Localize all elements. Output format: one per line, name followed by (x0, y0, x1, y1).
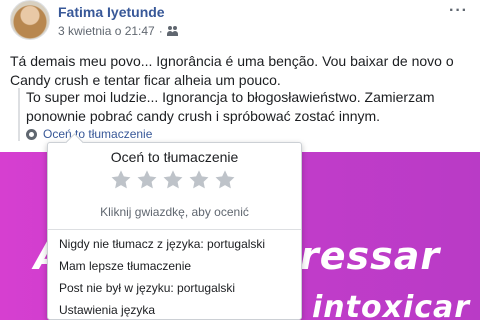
post-date[interactable]: 3 kwietnia o 21:47 (58, 24, 155, 38)
menu-item-wrong-language[interactable]: Post nie był w języku: portugalski (48, 277, 301, 299)
post-text: Tá demais meu povo... Ignorância é uma b… (10, 53, 454, 88)
author-name[interactable]: Fatima Iyetunde (58, 4, 165, 20)
banner-text-line2: intoxicar (312, 290, 471, 320)
star-icon[interactable] (136, 169, 158, 191)
translation-block: To super moi ludzie... Ignorancja to bło… (18, 88, 473, 141)
star-icon[interactable] (214, 169, 236, 191)
rate-hint: Kliknij gwiazdkę, aby ocenić (100, 205, 249, 219)
star-icon[interactable] (110, 169, 132, 191)
avatar[interactable] (10, 0, 50, 40)
menu-item-language-settings[interactable]: Ustawienia języka (48, 299, 301, 320)
post-meta: 3 kwietnia o 21:47 · (58, 24, 179, 38)
rate-translation-label: Oceń to tłumaczenie (43, 127, 153, 141)
more-options-button[interactable]: ··· (449, 2, 468, 20)
post-meta-separator: · (158, 24, 163, 38)
rate-translation-link[interactable]: Oceń to tłumaczenie (26, 127, 473, 141)
translated-text: To super moi ludzie... Ignorancja to bło… (26, 89, 435, 124)
popup-divider (48, 229, 301, 230)
star-rating (110, 169, 236, 191)
friends-icon[interactable] (166, 26, 179, 36)
rate-translation-popup: Oceń to tłumaczenie Kliknij gwiazdkę, ab… (47, 142, 302, 320)
popup-menu: Nigdy nie tłumacz z języka: portugalski … (48, 233, 301, 320)
menu-item-better-translation[interactable]: Mam lepsze tłumaczenie (48, 255, 301, 277)
popup-title: Oceń to tłumaczenie (110, 149, 239, 165)
menu-item-never-translate[interactable]: Nigdy nie tłumacz z języka: portugalski (48, 233, 301, 255)
post-header: Fatima Iyetunde 3 kwietnia o 21:47 · ··· (10, 0, 480, 44)
banner-text-right: ressar (300, 234, 441, 278)
star-icon[interactable] (188, 169, 210, 191)
star-icon[interactable] (162, 169, 184, 191)
gear-icon (26, 128, 37, 140)
